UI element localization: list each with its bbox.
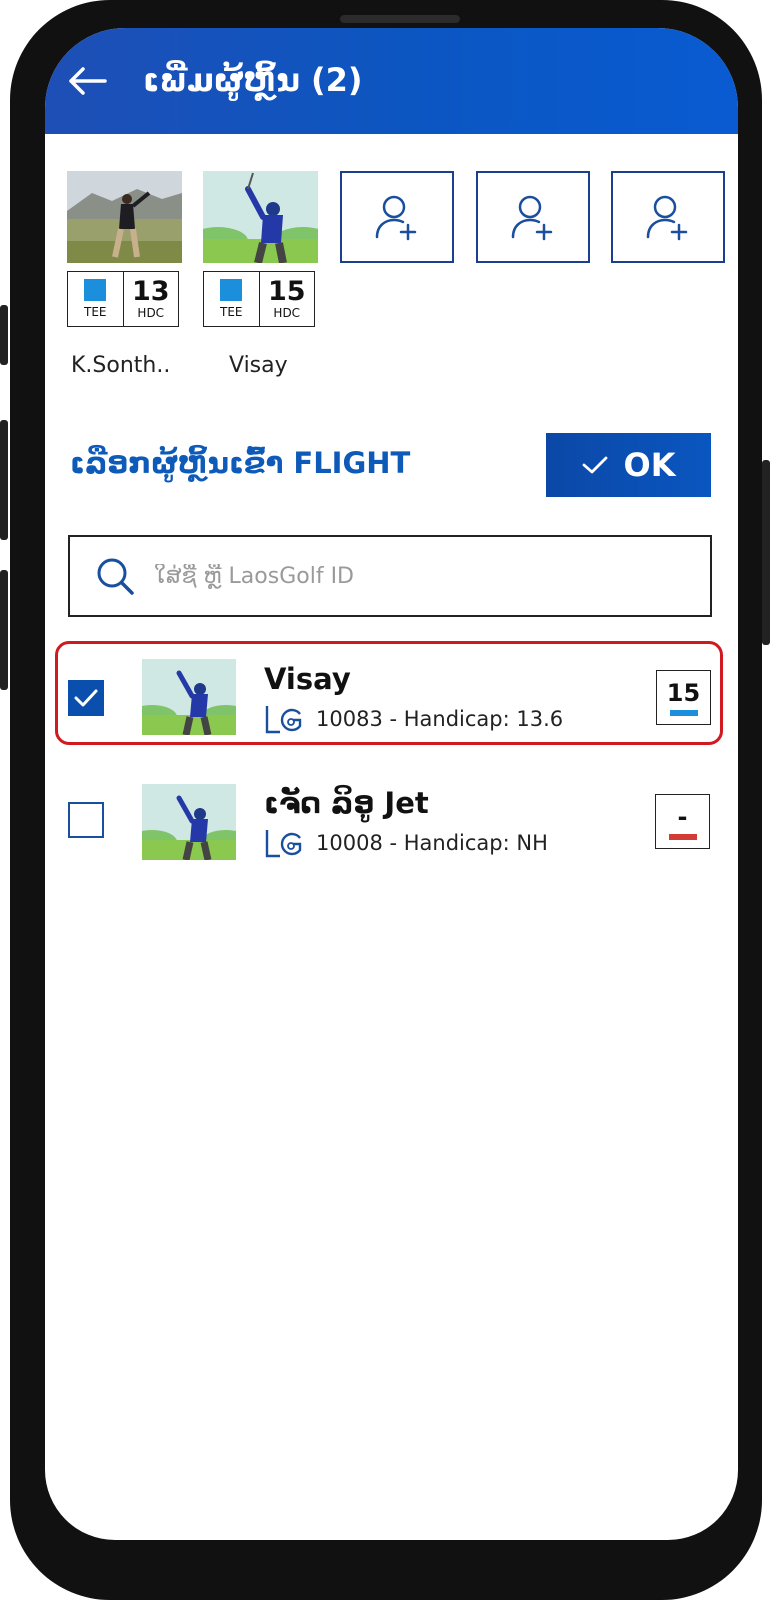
hdc-label: HDC [137, 306, 165, 320]
add-player-icon [646, 195, 688, 241]
player-slot-1[interactable]: TEE 13 HDC [67, 171, 182, 327]
add-player-slot-3[interactable] [611, 171, 725, 263]
tee-color [220, 279, 243, 301]
player-slot-name: K.Sonth.. [71, 353, 171, 378]
player-hdc-badge: 15 [656, 670, 711, 725]
tee-label: TEE [84, 305, 107, 319]
player-slot-name: Visay [229, 353, 288, 378]
player-meta: 10083 - Handicap: 13.6 [264, 704, 563, 734]
tee-label: TEE [220, 305, 243, 319]
player-hdc-badge: - [655, 794, 710, 849]
laosgolf-logo-icon [265, 706, 302, 734]
back-arrow-icon[interactable] [67, 66, 107, 96]
player-checkbox[interactable] [68, 802, 104, 838]
player-row-2[interactable]: ເຈັດ ລິອູ Jet 10008 - Handicap: NH - [55, 766, 723, 870]
tee-color [84, 279, 107, 301]
tee-color-bar [669, 709, 698, 716]
add-player-icon [511, 195, 553, 241]
tee-color-bar [668, 833, 697, 840]
player-stats: TEE 13 HDC [67, 271, 179, 327]
player-meta: 10008 - Handicap: NH [264, 828, 548, 858]
add-player-icon [375, 195, 417, 241]
add-player-slot-1[interactable] [340, 171, 454, 263]
player-slot-2[interactable]: TEE 15 HDC [203, 171, 318, 327]
search-input[interactable] [152, 562, 696, 590]
search-icon [97, 558, 134, 595]
hdc-value: - [677, 802, 688, 831]
player-name: ເຈັດ ລິອູ Jet [264, 786, 429, 820]
player-stats: TEE 15 HDC [203, 271, 315, 327]
laosgolf-logo-icon [265, 830, 302, 858]
player-checkbox[interactable] [68, 680, 104, 716]
app-header: ເພີ່ມຜູ້ຫຼິ້ນ (2) [45, 28, 738, 134]
tee-cell: TEE [68, 272, 123, 326]
power-button [762, 460, 770, 645]
checkmark-icon [74, 689, 98, 707]
volume-up-button [0, 420, 8, 540]
section-title: ເລືອກຜູ້ຫຼິ້ນເຂົ້າ FLIGHT [70, 446, 411, 480]
hdc-cell: 15 HDC [258, 272, 315, 326]
check-icon [582, 456, 607, 474]
player-photo [67, 171, 182, 263]
ok-label: OK [623, 446, 676, 484]
player-name: Visay [264, 662, 351, 696]
hdc-label: HDC [273, 306, 301, 320]
player-row-1[interactable]: Visay 10083 - Handicap: 13.6 15 [55, 641, 723, 745]
player-photo [142, 659, 236, 735]
phone-frame: ເພີ່ມຜູ້ຫຼິ້ນ (2) TEE 13 HDC K.Sonth.. T… [0, 0, 770, 1600]
tee-cell: TEE [204, 272, 259, 326]
ok-button[interactable]: OK [546, 433, 711, 497]
hdc-value: 13 [131, 276, 170, 307]
player-id-handicap: 10008 - Handicap: NH [316, 831, 548, 855]
hdc-value: 15 [267, 276, 306, 307]
player-photo [142, 784, 236, 860]
speaker-grille [340, 15, 460, 23]
player-id-handicap: 10083 - Handicap: 13.6 [316, 707, 564, 731]
volume-down-button [0, 570, 8, 690]
hdc-cell: 13 HDC [122, 272, 179, 326]
search-box[interactable] [68, 535, 712, 617]
hdc-value: 15 [666, 678, 701, 707]
app-screen: ເພີ່ມຜູ້ຫຼິ້ນ (2) TEE 13 HDC K.Sonth.. T… [45, 28, 738, 1540]
page-title: ເພີ່ມຜູ້ຫຼິ້ນ (2) [143, 61, 363, 99]
add-player-slot-2[interactable] [476, 171, 590, 263]
player-photo [203, 171, 318, 263]
side-button [0, 305, 8, 365]
